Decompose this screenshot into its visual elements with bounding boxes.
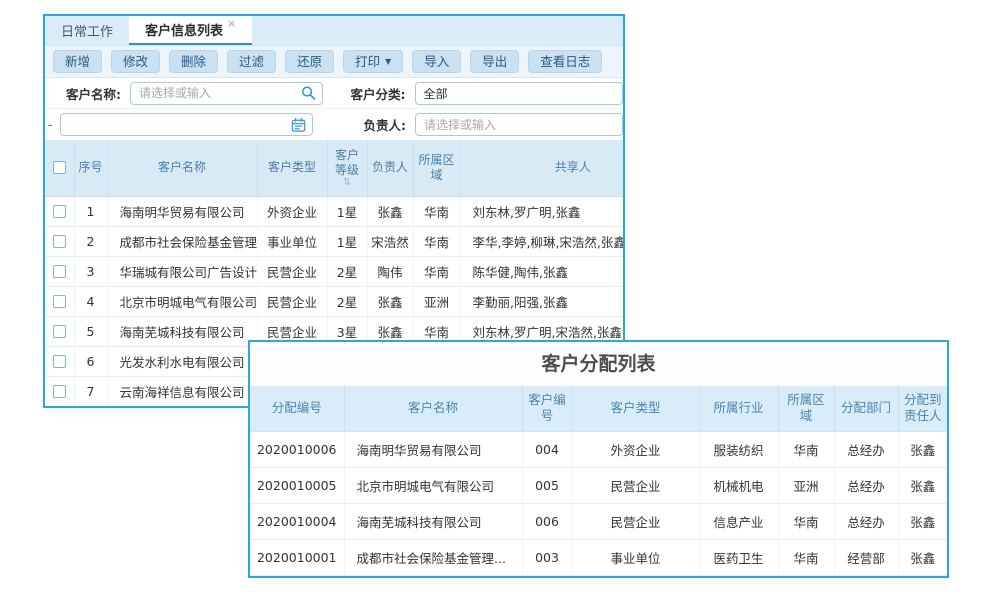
assignee-link[interactable]: 张鑫	[898, 539, 947, 575]
view-log-button[interactable]: 查看日志	[528, 50, 602, 73]
col-alloc-id: 分配编号	[250, 386, 344, 431]
assignee-link[interactable]: 张鑫	[898, 431, 947, 467]
table-row: 2020010001 成都市社会保险基金管理... 003 事业单位 医药卫生 …	[250, 539, 947, 575]
table-row: 1 海南明华贸易有限公司 外资企业 1星 张鑫 华南 刘东林,罗广明,张鑫	[45, 196, 625, 226]
table-row: 4 北京市明城电气有限公司 民营企业 2星 张鑫 亚洲 李勤丽,阳强,张鑫	[45, 286, 625, 316]
reset-button[interactable]: 还原	[285, 50, 334, 73]
row-checkbox[interactable]	[53, 385, 66, 398]
owner-link[interactable]: 宋浩然	[367, 226, 413, 256]
owner-link[interactable]: 张鑫	[367, 286, 413, 316]
owner-input[interactable]	[416, 114, 622, 135]
alloc-id-link[interactable]: 2020010005	[250, 467, 344, 503]
export-button[interactable]: 导出	[470, 50, 519, 73]
customer-name-link[interactable]: 海南明华贸易有限公司	[107, 196, 257, 226]
edit-button[interactable]: 修改	[111, 50, 160, 73]
tab-label: 客户信息列表	[145, 20, 223, 39]
row-checkbox[interactable]	[53, 235, 66, 248]
customer-name-link[interactable]: 海南芜城科技有限公司	[107, 316, 257, 346]
owner-label: 负责人:	[363, 115, 406, 134]
date-input-wrap	[60, 113, 314, 136]
alloc-id-link[interactable]: 2020010001	[250, 539, 344, 575]
tab-label: 日常工作	[61, 21, 113, 40]
owner-link[interactable]: 张鑫	[367, 196, 413, 226]
date-range-separator: -	[48, 117, 53, 132]
search-row-1: 客户名称: 客户分类: 全部	[45, 78, 623, 109]
tab-daily-work[interactable]: 日常工作	[45, 16, 129, 45]
import-button[interactable]: 导入	[412, 50, 461, 73]
close-icon[interactable]: ×	[227, 17, 236, 30]
search-icon[interactable]	[301, 86, 316, 101]
customer-category-label: 客户分类:	[351, 84, 406, 103]
customer-name-link[interactable]: 光发水利水电有限公司	[107, 346, 257, 376]
search-row-2: - 负责人:	[45, 109, 623, 140]
print-button[interactable]: 打印 ▼	[343, 50, 403, 73]
col-region: 所属区域	[413, 140, 460, 196]
col-customer-name: 客户名称	[344, 386, 522, 431]
customer-name-link[interactable]: 海南芜城科技有限公司	[344, 503, 522, 539]
customer-name-input-wrap	[130, 82, 323, 105]
customer-name-link[interactable]: 海南明华贸易有限公司	[344, 431, 522, 467]
col-shared: 共享人	[460, 140, 625, 196]
table-row: 2020010005 北京市明城电气有限公司 005 民营企业 机械机电 亚洲 …	[250, 467, 947, 503]
customer-name-input[interactable]	[131, 83, 322, 104]
filter-button[interactable]: 过滤	[227, 50, 276, 73]
col-region: 所属区域	[778, 386, 834, 431]
date-input[interactable]	[61, 114, 313, 135]
col-customer-type: 客户类型	[572, 386, 699, 431]
col-customer-level[interactable]: 客户等级 ⇅	[327, 140, 367, 196]
customer-category-select[interactable]: 全部	[415, 82, 624, 105]
customer-table-header: 序号 客户名称 客户类型 客户等级 ⇅ 负责人 所属区域 共享人	[45, 140, 625, 196]
row-checkbox[interactable]	[53, 355, 66, 368]
add-button[interactable]: 新增	[53, 50, 102, 73]
col-seq: 序号	[74, 140, 107, 196]
tab-bar: 日常工作 客户信息列表 ×	[45, 16, 623, 46]
col-customer-type: 客户类型	[257, 140, 327, 196]
assignee-link[interactable]: 张鑫	[898, 467, 947, 503]
customer-name-link[interactable]: 北京市明城电气有限公司	[344, 467, 522, 503]
col-assignee: 分配到责任人	[898, 386, 947, 431]
calendar-icon[interactable]	[291, 117, 306, 132]
table-row: 3 华瑞城有限公司广告设计部 民营企业 2星 陶伟 华南 陈华健,陶伟,张鑫	[45, 256, 625, 286]
customer-name-link[interactable]: 北京市明城电气有限公司	[107, 286, 257, 316]
assignee-link[interactable]: 张鑫	[898, 503, 947, 539]
allocation-table-header: 分配编号 客户名称 客户编号 客户类型 所属行业 所属区域 分配部门 分配到责任…	[250, 386, 947, 431]
owner-input-wrap	[415, 113, 623, 136]
row-checkbox[interactable]	[53, 205, 66, 218]
table-row: 2020010006 海南明华贸易有限公司 004 外资企业 服装纺织 华南 总…	[250, 431, 947, 467]
table-row: 2020010004 海南芜城科技有限公司 006 民营企业 信息产业 华南 总…	[250, 503, 947, 539]
customer-name-link[interactable]: 成都市社会保险基金管理...	[344, 539, 522, 575]
row-checkbox[interactable]	[53, 265, 66, 278]
alloc-id-link[interactable]: 2020010006	[250, 431, 344, 467]
row-checkbox[interactable]	[53, 325, 66, 338]
chevron-down-icon: ▼	[385, 54, 391, 69]
owner-link[interactable]: 陶伟	[367, 256, 413, 286]
col-dept: 分配部门	[834, 386, 898, 431]
row-checkbox[interactable]	[53, 295, 66, 308]
allocation-panel-title: 客户分配列表	[250, 342, 947, 386]
alloc-id-link[interactable]: 2020010004	[250, 503, 344, 539]
customer-name-link[interactable]: 华瑞城有限公司广告设计部	[107, 256, 257, 286]
sort-icon[interactable]: ⇅	[330, 178, 365, 188]
table-row: 2 成都市社会保险基金管理... 事业单位 1星 宋浩然 华南 李华,李婷,柳琳…	[45, 226, 625, 256]
tab-customer-info-list[interactable]: 客户信息列表 ×	[129, 16, 252, 45]
customer-name-label: 客户名称:	[66, 84, 121, 103]
customer-name-link[interactable]: 成都市社会保险基金管理...	[107, 226, 257, 256]
col-industry: 所属行业	[699, 386, 778, 431]
allocation-table: 分配编号 客户名称 客户编号 客户类型 所属行业 所属区域 分配部门 分配到责任…	[250, 386, 947, 576]
customer-allocation-panel: 客户分配列表 分配编号 客户名称 客户编号 客户类型 所属行业 所属区域 分配部…	[248, 340, 949, 578]
toolbar: 新增 修改 删除 过滤 还原 打印 ▼ 导入 导出 查看日志	[45, 46, 623, 78]
col-owner: 负责人	[367, 140, 413, 196]
delete-button[interactable]: 删除	[169, 50, 218, 73]
col-customer-no: 客户编号	[522, 386, 572, 431]
col-customer-name: 客户名称	[107, 140, 257, 196]
select-all-checkbox[interactable]	[53, 161, 66, 174]
customer-name-link[interactable]: 云南海祥信息有限公司	[107, 376, 257, 406]
